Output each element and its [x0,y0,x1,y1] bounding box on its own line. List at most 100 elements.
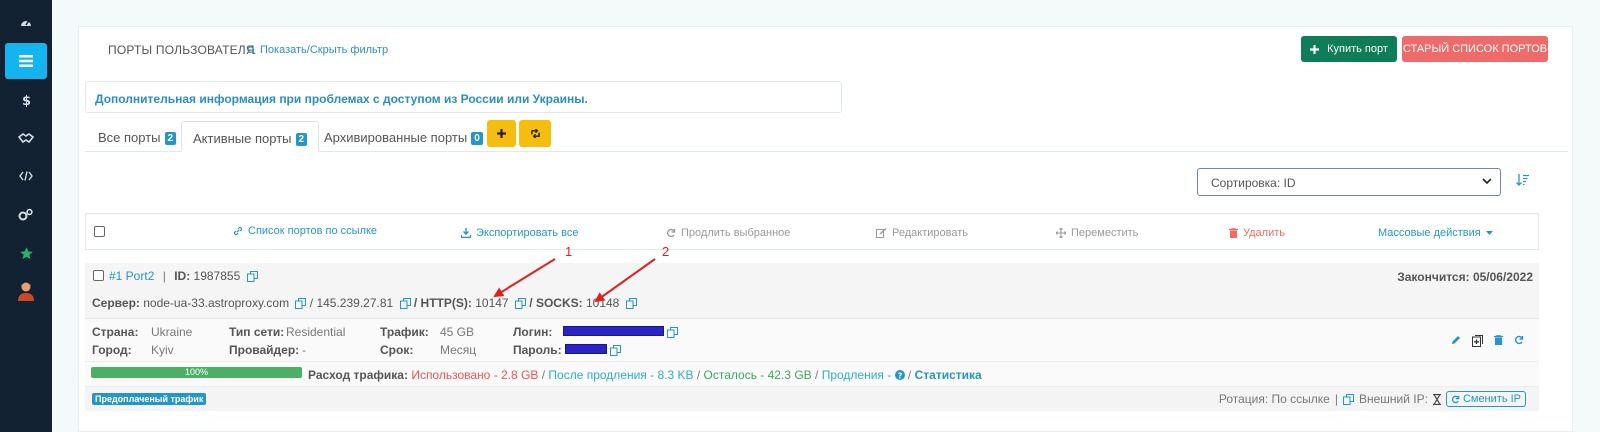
code-icon [19,171,33,181]
city-label: Город: [92,343,132,357]
copy-icon[interactable] [295,298,307,309]
traffic-summary: Расход трафика: Использовано - 2.8 GB / … [308,368,982,382]
sort-direction-button[interactable] [1516,174,1529,189]
after-extension-traffic: После продления - 8.3 KB [548,368,694,382]
port-list-by-link-button[interactable]: Список портов по ссылке [233,225,377,237]
separator: / [541,368,546,382]
server-label: Сервер: [92,296,140,310]
annotation-label-2: 2 [662,244,670,259]
copy-icon[interactable] [246,271,258,282]
separator: / [696,368,701,382]
move-icon [1056,228,1066,238]
copy-icon[interactable] [514,298,526,309]
list-icon [19,55,33,67]
tab-archived-ports[interactable]: Архивированные порты 0 [313,121,494,152]
sidebar-item-dashboard[interactable] [5,5,47,41]
bulk-actions-dropdown[interactable]: Массовые действия [1378,227,1493,239]
traffic-usage-row: 100% Расход трафика: Использовано - 2.8 … [85,361,1539,386]
trash-icon [1229,228,1238,238]
pencil-icon[interactable] [1451,335,1461,345]
handshake-icon [18,133,34,144]
buy-port-button[interactable]: Купить порт [1301,36,1397,62]
sidebar-item-billing[interactable]: $ [5,82,47,118]
country-row: Страна: [92,325,138,339]
sidebar-item-partners[interactable] [5,120,47,156]
filter-toggle-label: Показать/Скрыть фильтр [260,44,389,56]
refresh-icon[interactable] [1514,335,1524,345]
tab-label: Активные порты [193,131,292,146]
copy-icon[interactable] [1342,393,1354,405]
http-label: / HTTP(S): [413,296,472,310]
sidebar-item-favorites[interactable] [5,235,47,271]
sidebar-item-profile[interactable] [5,273,47,309]
rotation-label: Ротация: По ссылке [1218,392,1330,406]
question-icon[interactable]: ? [894,370,905,380]
port-name-link[interactable]: #1 Port2 [109,269,154,283]
star-icon [19,246,33,259]
sidebar-item-api[interactable] [5,158,47,194]
prepaid-traffic-badge: Предоплаченый трафик [92,393,207,405]
delete-button[interactable]: Удалить [1229,227,1285,239]
http-port: 10147 [475,296,509,310]
password-label: Пароль: [513,343,562,357]
move-button[interactable]: Переместить [1056,227,1138,239]
extend-selected-button[interactable]: Продлить выбранное [666,227,790,239]
external-ip-label: Внешний IP: [1358,392,1428,406]
separator: / [907,368,912,382]
trash-icon[interactable] [1494,335,1503,345]
port-title: #1 Port2 | ID: 1987855 [109,269,258,283]
expiry-date: 05/06/2022 [1472,270,1533,284]
action-label: Экспортировать все [476,227,579,239]
access-info-banner[interactable]: Дополнительная информация при проблемах … [85,81,842,113]
copy-icon[interactable] [610,345,622,356]
action-label: Переместить [1071,227,1139,239]
refresh-icon [667,228,676,238]
retweet-icon [530,129,540,138]
copy-icon[interactable] [625,298,637,309]
tab-all-ports[interactable]: Все порты 2 [87,121,187,152]
port-select-checkbox[interactable] [93,270,104,281]
server-host: node-ua-33.astroproxy.com [143,296,290,310]
sidebar-item-ports[interactable] [5,43,47,79]
expiry-info: Закончится: 05/06/2022 [1397,270,1533,284]
sort-select[interactable]: Сортировка: ID [1197,168,1501,196]
copy-icon[interactable] [667,327,679,338]
action-label: Редактировать [892,227,968,239]
buy-port-label: Купить порт [1327,43,1388,55]
country-label: Страна: [92,325,139,339]
tab-label: Все порты [98,130,161,145]
link-icon [233,226,243,236]
change-ip-label: Сменить IP [1462,393,1521,405]
traffic-label: Трафик: [380,325,429,339]
dashboard-icon [21,20,31,26]
change-ip-button[interactable]: Сменить IP [1445,391,1526,407]
redacted-password [565,344,607,354]
term-value: Месяц [440,343,477,357]
port-details: Страна: Ukraine Город: Kyiv Тип сети: Re… [85,319,1539,361]
download-icon [461,228,471,238]
filter-toggle-link[interactable]: Показать/Скрыть фильтр [247,44,388,56]
tab-label: Архивированные порты [324,130,468,145]
export-all-button[interactable]: Экспортировать все [461,227,578,239]
sidebar-item-settings[interactable] [5,197,47,233]
remaining-traffic: Осталось - 42.3 GB [703,368,812,382]
country-value: Ukraine [151,325,193,339]
extensions-label: Продления - [821,368,892,382]
progress-fill: 100% [91,367,302,378]
add-port-button[interactable] [487,120,516,147]
page-title: ПОРТЫ ПОЛЬЗОВАТЕЛЯ [108,43,255,57]
chevron-down-icon [1482,178,1492,185]
port-footer-row: Предоплаченый трафик Ротация: По ссылке … [85,386,1539,411]
port-row-header: #1 Port2 | ID: 1987855 Закончится: 05/06… [85,263,1539,289]
separator: / [815,368,819,382]
add-file-icon[interactable] [1472,335,1483,347]
statistics-link[interactable]: Статистика [915,368,982,382]
port-row-actions [1451,335,1524,347]
action-label: Удалить [1243,227,1285,239]
tab-active-ports[interactable]: Активные порты 2 [181,121,320,152]
select-all-checkbox[interactable] [94,226,105,237]
copy-icon[interactable] [399,298,411,309]
edit-button[interactable]: Редактировать [876,227,968,239]
refresh-ports-button[interactable] [519,120,551,147]
old-port-list-button[interactable]: СТАРЫЙ СПИСОК ПОРТОВ [1402,36,1548,62]
